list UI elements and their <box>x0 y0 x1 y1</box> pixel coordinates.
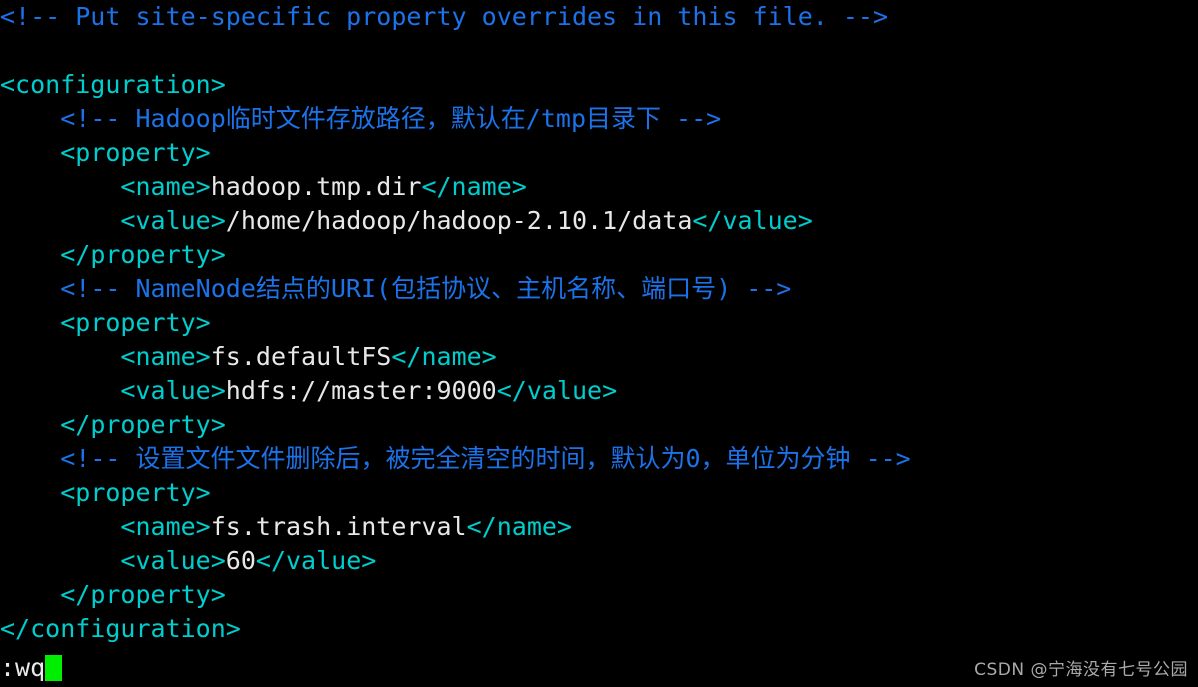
editor-line[interactable]: <!-- Hadoop临时文件存放路径，默认在/tmp目录下 --> <box>0 102 1198 136</box>
code-token-tag: <property> <box>60 478 211 507</box>
code-token-comment: <!-- Hadoop临时文件存放路径，默认在/tmp目录下 --> <box>60 104 722 133</box>
code-token-tag: </configuration> <box>0 614 241 643</box>
editor-line[interactable]: </configuration> <box>0 612 1198 646</box>
code-token-tag: </property> <box>60 410 226 439</box>
editor-line[interactable]: </property> <box>0 408 1198 442</box>
terminal-window[interactable]: <!-- Put site-specific property override… <box>0 0 1198 687</box>
editor-line[interactable]: <property> <box>0 476 1198 510</box>
editor-line[interactable]: </property> <box>0 578 1198 612</box>
text-cursor <box>45 655 63 681</box>
code-token-text: hadoop.tmp.dir <box>210 172 422 201</box>
code-token-comment: <!-- NameNode结点的URI(包括协议、主机名称、端口号) --> <box>60 274 792 303</box>
code-token-text: fs.trash.interval <box>210 512 467 541</box>
code-token-text: 60 <box>225 546 256 575</box>
code-token-tag: <configuration> <box>0 70 226 99</box>
vim-command-text: :wq <box>0 653 46 682</box>
editor-line[interactable]: <property> <box>0 306 1198 340</box>
code-token-tag: </value> <box>496 376 618 405</box>
editor-line[interactable]: <!-- Put site-specific property override… <box>0 0 1198 34</box>
editor-line[interactable]: <!-- NameNode结点的URI(包括协议、主机名称、端口号) --> <box>0 272 1198 306</box>
code-token-tag: </name> <box>391 342 497 371</box>
editor-line[interactable]: <value>/home/hadoop/hadoop-2.10.1/data</… <box>0 204 1198 238</box>
code-token-tag: <name> <box>120 342 211 371</box>
editor-line[interactable]: <value>60</value> <box>0 544 1198 578</box>
code-token-tag: </property> <box>60 240 226 269</box>
code-token-tag: </name> <box>421 172 527 201</box>
editor-line[interactable]: </property> <box>0 238 1198 272</box>
code-token-tag: <value> <box>120 206 226 235</box>
editor-line[interactable]: <configuration> <box>0 68 1198 102</box>
code-token-tag: <value> <box>120 376 226 405</box>
editor-line[interactable]: <!-- 设置文件文件删除后，被完全清空的时间，默认为0，单位为分钟 --> <box>0 442 1198 476</box>
editor-buffer[interactable]: <!-- Put site-specific property override… <box>0 0 1198 646</box>
editor-line[interactable]: <value>hdfs://master:9000</value> <box>0 374 1198 408</box>
code-token-tag: </value> <box>692 206 813 235</box>
editor-line[interactable]: <property> <box>0 136 1198 170</box>
editor-line[interactable] <box>0 34 1198 68</box>
code-token-tag: <name> <box>120 512 211 541</box>
code-token-text: hdfs://master:9000 <box>225 376 497 405</box>
editor-line[interactable]: <name>fs.trash.interval</name> <box>0 510 1198 544</box>
code-token-text: /home/hadoop/hadoop-2.10.1/data <box>225 206 693 235</box>
editor-line[interactable]: <name>hadoop.tmp.dir</name> <box>0 170 1198 204</box>
code-token-comment: <!-- Put site-specific property override… <box>0 2 889 31</box>
vim-command-line[interactable]: :wq <box>0 651 63 685</box>
code-token-tag: </value> <box>255 546 377 575</box>
editor-line[interactable]: <name>fs.defaultFS</name> <box>0 340 1198 374</box>
code-token-tag: </property> <box>60 580 226 609</box>
code-token-tag: </name> <box>466 512 572 541</box>
csdn-watermark: CSDN @宁海没有七号公园 <box>974 660 1188 680</box>
code-token-text: fs.defaultFS <box>210 342 392 371</box>
code-token-tag: <property> <box>60 138 211 167</box>
code-token-tag: <property> <box>60 308 211 337</box>
code-token-tag: <value> <box>120 546 226 575</box>
code-token-tag: <name> <box>120 172 211 201</box>
code-token-comment: <!-- 设置文件文件删除后，被完全清空的时间，默认为0，单位为分钟 --> <box>60 444 911 473</box>
